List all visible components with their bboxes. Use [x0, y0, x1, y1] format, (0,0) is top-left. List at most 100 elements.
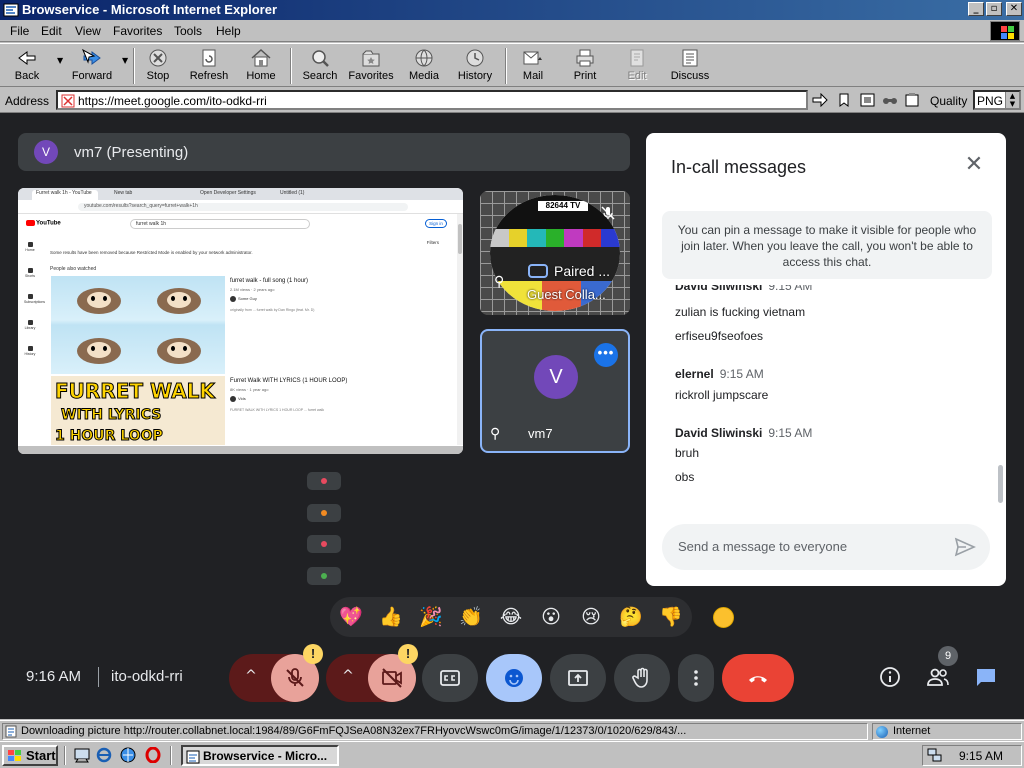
discuss-button[interactable]: Discuss	[668, 46, 712, 86]
desktop-icon[interactable]	[74, 747, 90, 763]
end-call-button[interactable]	[722, 654, 794, 702]
back-button[interactable]: Back	[6, 46, 48, 86]
forward-button[interactable]: Forward	[66, 46, 118, 86]
clock[interactable]: 9:15 AM	[959, 749, 1003, 763]
zone-label: Internet	[893, 725, 931, 737]
media-globe-icon	[415, 49, 433, 67]
reaction-thumbs-down[interactable]: 👎	[659, 605, 683, 629]
close-window-button[interactable]: ✕	[1006, 2, 1022, 16]
favorites-button[interactable]: Favorites	[346, 46, 396, 86]
reactions-button[interactable]	[486, 654, 542, 702]
menu-edit[interactable]: Edit	[41, 24, 62, 38]
present-button[interactable]	[550, 654, 606, 702]
chat-notice: You can pin a message to make it visible…	[662, 211, 992, 279]
history-button[interactable]: History	[454, 46, 496, 86]
people-icon[interactable]	[926, 665, 950, 689]
captions-button[interactable]	[422, 654, 478, 702]
participant-tile-self[interactable]: V ••• ⚲ vm7	[480, 329, 630, 453]
edit-button[interactable]: Edit	[620, 46, 654, 86]
mini-participant[interactable]	[307, 535, 341, 553]
refresh-button[interactable]: Refresh	[186, 46, 232, 86]
more-options-icon[interactable]: •••	[594, 343, 618, 367]
screenshot-icon[interactable]	[860, 93, 876, 107]
page-loading-icon	[5, 725, 17, 738]
reaction-laugh[interactable]: 😂	[499, 605, 523, 629]
mail-button[interactable]: Mail	[512, 46, 554, 86]
restore-button[interactable]: ▫	[986, 2, 1002, 16]
media-button[interactable]: Media	[404, 46, 444, 86]
discuss-icon	[682, 49, 698, 67]
mic-warning-badge: !	[303, 644, 323, 664]
opera-icon[interactable]	[145, 747, 161, 763]
yt-sidebar-item: History	[24, 346, 36, 356]
explorer-icon[interactable]	[120, 747, 136, 763]
chat-scrollbar[interactable]	[998, 465, 1003, 503]
bookmark-icon[interactable]	[836, 93, 852, 107]
mic-off-icon	[601, 206, 615, 220]
network-tray-icon[interactable]	[927, 748, 943, 763]
reaction-thinking[interactable]: 🤔	[619, 605, 643, 629]
shared-scrollbar	[457, 214, 463, 445]
mini-participant[interactable]	[307, 504, 341, 522]
menu-help[interactable]: Help	[216, 24, 241, 38]
more-options-button[interactable]	[678, 654, 714, 702]
reaction-surprised[interactable]: 😮	[539, 605, 563, 629]
start-button[interactable]: Start	[2, 745, 58, 766]
pin-icon[interactable]: ⚲	[494, 273, 504, 290]
mic-options-chevron-icon[interactable]: ^	[241, 668, 261, 688]
menu-tools[interactable]: Tools	[174, 24, 202, 38]
mini-participant[interactable]	[307, 472, 341, 490]
participant-tile-guest[interactable]: 82644 TV Paired ... ⚲ Guest Colla...	[480, 191, 630, 315]
reaction-party[interactable]: 🎉	[419, 605, 443, 629]
video-channel: Vids	[230, 396, 246, 402]
chat-message: bruh	[675, 446, 700, 460]
presenter-label: vm7 (Presenting)	[74, 144, 189, 161]
address-input[interactable]: https://meet.google.com/ito-odkd-rri	[56, 90, 808, 110]
clipboard-icon[interactable]	[904, 93, 920, 107]
reaction-clap[interactable]: 👏	[459, 605, 483, 629]
video-meta: 2.1M views · 2 years ago	[230, 287, 275, 292]
ie-launch-icon[interactable]	[96, 747, 112, 763]
pin-icon[interactable]: ⚲	[490, 425, 500, 442]
quality-select[interactable]: PNG ▲ ▼	[973, 90, 1021, 110]
chat-icon[interactable]	[974, 665, 998, 689]
reaction-sad[interactable]: 😢	[579, 605, 603, 629]
internet-zone-icon	[876, 726, 888, 738]
taskbar-item-browservice[interactable]: Browservice - Micro...	[181, 745, 339, 766]
minimize-button[interactable]: _	[968, 2, 984, 16]
shared-screen[interactable]: Furret walk 1h - YouTube New tab Open De…	[18, 188, 463, 454]
chat-message: obs	[675, 470, 695, 484]
raise-hand-button[interactable]	[614, 654, 670, 702]
shared-taskbar	[18, 445, 463, 454]
home-icon	[251, 48, 271, 67]
menu-view[interactable]: View	[75, 24, 101, 38]
status-bar: Downloading picture http://router.collab…	[0, 720, 1024, 741]
menu-file[interactable]: File	[10, 24, 29, 38]
reaction-heart[interactable]: 💖	[339, 605, 363, 629]
back-dropdown-icon[interactable]: ▼	[57, 56, 63, 65]
mini-participant[interactable]	[307, 567, 341, 585]
refresh-icon	[202, 49, 216, 67]
shared-tab: Furret walk 1h - YouTube	[32, 190, 98, 200]
quality-spinner-icon[interactable]: ▲ ▼	[1005, 92, 1019, 108]
print-button[interactable]: Print	[566, 46, 604, 86]
stop-button[interactable]: Stop	[140, 46, 176, 86]
chat-input[interactable]: Send a message to everyone	[662, 524, 990, 570]
send-icon[interactable]	[954, 536, 976, 558]
search-button[interactable]: Search	[298, 46, 342, 86]
reaction-thumbs-up[interactable]: 👍	[379, 605, 403, 629]
yt-sidebar-item: Shorts	[24, 268, 36, 278]
forward-dropdown-icon[interactable]: ▼	[122, 56, 128, 65]
status-text: Downloading picture http://router.collab…	[21, 725, 687, 737]
camera-control: ^ !	[326, 644, 418, 702]
skin-tone-picker[interactable]	[713, 607, 734, 628]
info-icon[interactable]	[878, 665, 902, 689]
menu-favorites[interactable]: Favorites	[113, 24, 162, 38]
go-arrow-icon[interactable]	[812, 93, 828, 107]
home-button[interactable]: Home	[242, 46, 280, 86]
message-sender: David Sliwinski 9:15 AM	[675, 426, 813, 440]
close-icon[interactable]: ✕	[962, 153, 986, 177]
video-description: originally from ... furret walk by Dan R…	[230, 308, 315, 312]
find-icon[interactable]	[882, 93, 898, 107]
camera-options-chevron-icon[interactable]: ^	[338, 668, 358, 688]
